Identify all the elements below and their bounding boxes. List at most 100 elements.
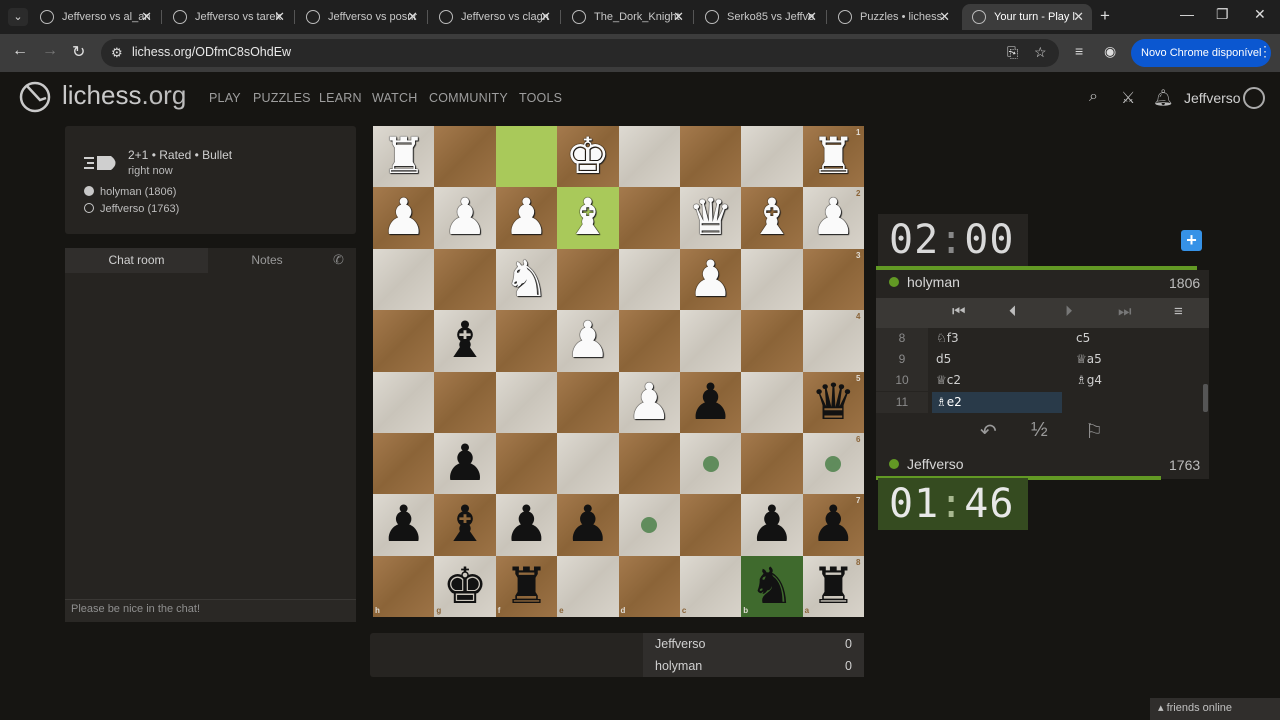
nav-play[interactable]: PLAY xyxy=(209,91,241,105)
white-move[interactable]: d5 xyxy=(936,349,951,370)
move-list-scrollbar[interactable] xyxy=(1203,384,1208,412)
square-a3[interactable] xyxy=(802,248,864,311)
close-tab-icon[interactable]: ✕ xyxy=(1073,4,1084,30)
notifications-bell-icon[interactable]: 🔔︎ xyxy=(1153,88,1173,108)
site-info-icon[interactable]: ⚙ xyxy=(111,45,123,61)
nav-puzzles[interactable]: PUZZLES xyxy=(253,91,311,105)
square-h5[interactable] xyxy=(373,371,435,433)
square-b1[interactable] xyxy=(741,126,803,188)
search-icon[interactable]: ⌕ xyxy=(1089,88,1098,106)
close-tab-icon[interactable]: ✕ xyxy=(540,4,551,30)
square-f4[interactable] xyxy=(495,310,558,372)
hamburger-menu-icon[interactable]: ≡ xyxy=(1174,303,1183,320)
black-pawn-piece[interactable]: ♟ xyxy=(741,494,802,555)
white-move[interactable]: ♕c2 xyxy=(936,370,961,391)
black-rook-piece[interactable]: ♜ xyxy=(496,556,557,617)
tab-2[interactable]: Jeffverso vs tarek ✕ xyxy=(163,4,293,30)
tab-search-button[interactable]: ⌄ xyxy=(8,8,28,26)
tab-7[interactable]: Puzzles • lichess. ✕ xyxy=(828,4,958,30)
minimize-icon[interactable]: — xyxy=(1180,6,1194,22)
tab-notes[interactable]: Notes xyxy=(208,248,326,273)
back-icon[interactable]: ← xyxy=(12,42,28,60)
black-pawn-piece[interactable]: ♟ xyxy=(434,433,495,494)
black-move[interactable]: ♗g4 xyxy=(1076,370,1102,391)
close-tab-icon[interactable]: ✕ xyxy=(673,4,684,30)
nav-learn[interactable]: LEARN xyxy=(319,91,362,105)
square-h3[interactable] xyxy=(373,248,435,311)
friends-online-bar[interactable]: ▴ friends online xyxy=(1150,698,1280,720)
square-f1[interactable] xyxy=(495,126,558,188)
takeback-icon[interactable]: ↶ xyxy=(980,419,997,444)
black-player-link[interactable]: Jeffverso (1763) xyxy=(84,203,179,215)
voice-chat-phone-icon[interactable]: ✆ xyxy=(333,252,344,268)
close-tab-icon[interactable]: ✕ xyxy=(141,4,152,30)
square-b6[interactable] xyxy=(741,432,803,495)
nav-watch[interactable]: WATCH xyxy=(372,91,417,105)
tab-active[interactable]: Your turn - Play l ✕ xyxy=(962,4,1092,30)
bottom-player-name[interactable]: Jeffverso xyxy=(889,456,964,472)
close-tab-icon[interactable]: ✕ xyxy=(274,4,285,30)
white-move[interactable]: ♘f3 xyxy=(936,328,959,349)
next-move-icon[interactable]: ⏵ xyxy=(1065,303,1073,320)
profile-icon[interactable]: ◉ xyxy=(1104,43,1116,60)
square-g5[interactable] xyxy=(434,371,496,433)
score-player-name[interactable]: holyman xyxy=(655,659,702,673)
lichess-logo-icon[interactable] xyxy=(18,80,52,114)
chat-input[interactable]: Please be nice in the chat! xyxy=(65,599,356,622)
square-d6[interactable] xyxy=(618,432,680,495)
square-c7[interactable] xyxy=(679,494,742,556)
tab-5[interactable]: The_Dork_Knight ✕ xyxy=(562,4,692,30)
tab-1[interactable]: Jeffverso vs al_an ✕ xyxy=(30,4,160,30)
reload-icon[interactable]: ↻ xyxy=(72,42,85,62)
more-menu-icon[interactable]: ⋮ xyxy=(1258,43,1272,60)
square-d4[interactable] xyxy=(618,310,680,372)
square-d2[interactable] xyxy=(618,187,680,249)
add-time-plus-icon[interactable]: + xyxy=(1181,230,1202,251)
square-d8[interactable] xyxy=(618,555,680,617)
site-brand[interactable]: lichess.org xyxy=(62,80,186,111)
black-bishop-piece[interactable]: ♝ xyxy=(434,494,495,555)
square-e3[interactable] xyxy=(557,248,619,311)
black-pawn-piece[interactable]: ♟ xyxy=(680,372,741,433)
black-move[interactable]: c5 xyxy=(1076,328,1090,349)
top-player-name[interactable]: holyman xyxy=(889,274,960,290)
square-c4[interactable] xyxy=(679,310,742,372)
square-e6[interactable] xyxy=(557,432,619,495)
black-queen-piece[interactable]: ♛ xyxy=(803,372,864,433)
move-hint-dot[interactable] xyxy=(702,455,719,472)
user-menu-name[interactable]: Jeffverso xyxy=(1184,90,1241,106)
address-bar[interactable]: ⚙ lichess.org/ODfmC8sOhdEw ⎘ ☆ xyxy=(101,39,1059,67)
black-king-piece[interactable]: ♚ xyxy=(434,556,495,617)
square-d3[interactable] xyxy=(618,248,680,311)
tab-chat-room[interactable]: Chat room xyxy=(65,248,208,273)
move-hint-dot[interactable] xyxy=(825,455,842,472)
offer-draw-icon[interactable]: ½ xyxy=(1031,419,1048,442)
tab-6[interactable]: Serko85 vs Jeffve ✕ xyxy=(695,4,825,30)
square-b3[interactable] xyxy=(741,248,803,311)
black-pawn-piece[interactable]: ♟ xyxy=(803,494,864,555)
black-rook-piece[interactable]: ♜ xyxy=(803,556,864,617)
black-knight-piece[interactable]: ♞ xyxy=(741,556,802,617)
square-b4[interactable] xyxy=(741,310,803,372)
install-app-icon[interactable]: ⎘ xyxy=(1007,44,1018,61)
square-g3[interactable] xyxy=(434,248,496,311)
nav-tools[interactable]: TOOLS xyxy=(519,91,562,105)
square-d1[interactable] xyxy=(618,126,680,188)
black-move[interactable]: ♕a5 xyxy=(1076,349,1102,370)
close-window-icon[interactable]: ✕ xyxy=(1254,6,1266,23)
square-e5[interactable] xyxy=(557,371,619,433)
user-avatar-icon[interactable] xyxy=(1243,87,1265,109)
square-f5[interactable] xyxy=(495,371,558,433)
close-tab-icon[interactable]: ✕ xyxy=(407,4,418,30)
url-text[interactable]: lichess.org/ODfmC8sOhdEw xyxy=(132,45,291,59)
close-tab-icon[interactable]: ✕ xyxy=(806,4,817,30)
bookmark-star-icon[interactable]: ☆ xyxy=(1034,44,1047,61)
restore-icon[interactable]: ❐ xyxy=(1216,6,1229,23)
chessboard[interactable]: ♜ ♚ ♜ ♟ ♟ ♟ ♝ ♛ ♝ ♟ ♞ ♟ ♝ ♟ ♟ ♟ ♛ ♟ ♟ ♝ ♟ ♟ ♟ ♟ ♚ ♜ ♞ ♜ 1 2 3 4 5 6 7 8 h g f e… xyxy=(373,126,864,617)
score-player-name[interactable]: Jeffverso xyxy=(655,637,706,651)
square-a4[interactable] xyxy=(802,310,864,372)
last-move-icon[interactable]: ⏭ xyxy=(1118,303,1132,320)
tab-4[interactable]: Jeffverso vs clagn ✕ xyxy=(429,4,559,30)
black-pawn-piece[interactable]: ♟ xyxy=(496,494,557,555)
square-f6[interactable] xyxy=(495,432,558,495)
